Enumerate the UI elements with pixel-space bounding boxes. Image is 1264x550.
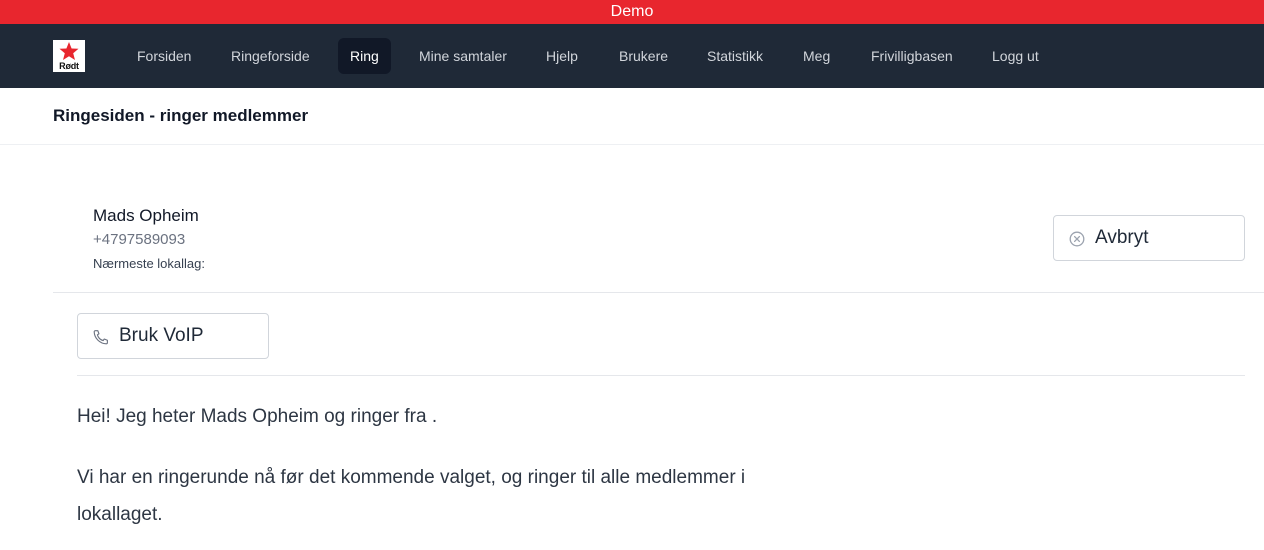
page-title: Ringesiden - ringer medlemmer xyxy=(53,106,309,125)
nav-item-hjelp[interactable]: Hjelp xyxy=(534,38,590,74)
nav-item-brukere[interactable]: Brukere xyxy=(607,38,680,74)
nav-item-frivilligbasen[interactable]: Frivilligbasen xyxy=(859,38,965,74)
nav-item-forsiden[interactable]: Forsiden xyxy=(125,38,203,74)
voip-button[interactable]: Bruk VoIP xyxy=(77,313,269,359)
phone-icon xyxy=(92,328,110,352)
nav-item-ringeforside[interactable]: Ringeforside xyxy=(219,38,322,74)
cancel-button-label: Avbryt xyxy=(1095,227,1149,248)
voip-button-label: Bruk VoIP xyxy=(119,325,204,346)
cancel-button[interactable]: Avbryt xyxy=(1053,215,1245,261)
demo-banner: Demo xyxy=(0,0,1264,24)
script-paragraph-1: Hei! Jeg heter Mads Opheim og ringer fra… xyxy=(77,406,438,427)
contact-name: Mads Opheim xyxy=(93,206,199,225)
voip-divider xyxy=(77,375,1245,376)
contact-divider xyxy=(53,292,1264,293)
script-paragraph-2-line-1: Vi har en ringerunde nå før det kommende… xyxy=(77,467,746,488)
nav-item-meg[interactable]: Meg xyxy=(791,38,842,74)
top-navbar: Rødt Forsiden Ringeforside Ring Mine sam… xyxy=(0,24,1264,88)
nav-item-ring[interactable]: Ring xyxy=(338,38,391,74)
contact-local-branch: Nærmeste lokallag: xyxy=(93,256,205,271)
nav-item-mine-samtaler[interactable]: Mine samtaler xyxy=(407,38,519,74)
logo-text: Rødt xyxy=(59,61,79,71)
nav-item-logg-ut[interactable]: Logg ut xyxy=(980,38,1051,74)
script-paragraph-2-line-2: lokallaget. xyxy=(77,504,163,525)
rodt-logo[interactable]: Rødt xyxy=(53,40,85,72)
nav-item-statistikk[interactable]: Statistikk xyxy=(695,38,775,74)
page-header: Ringesiden - ringer medlemmer xyxy=(0,88,1264,145)
star-icon xyxy=(59,42,79,60)
contact-phone: +4797589093 xyxy=(93,231,186,248)
x-circle-icon xyxy=(1069,231,1085,253)
